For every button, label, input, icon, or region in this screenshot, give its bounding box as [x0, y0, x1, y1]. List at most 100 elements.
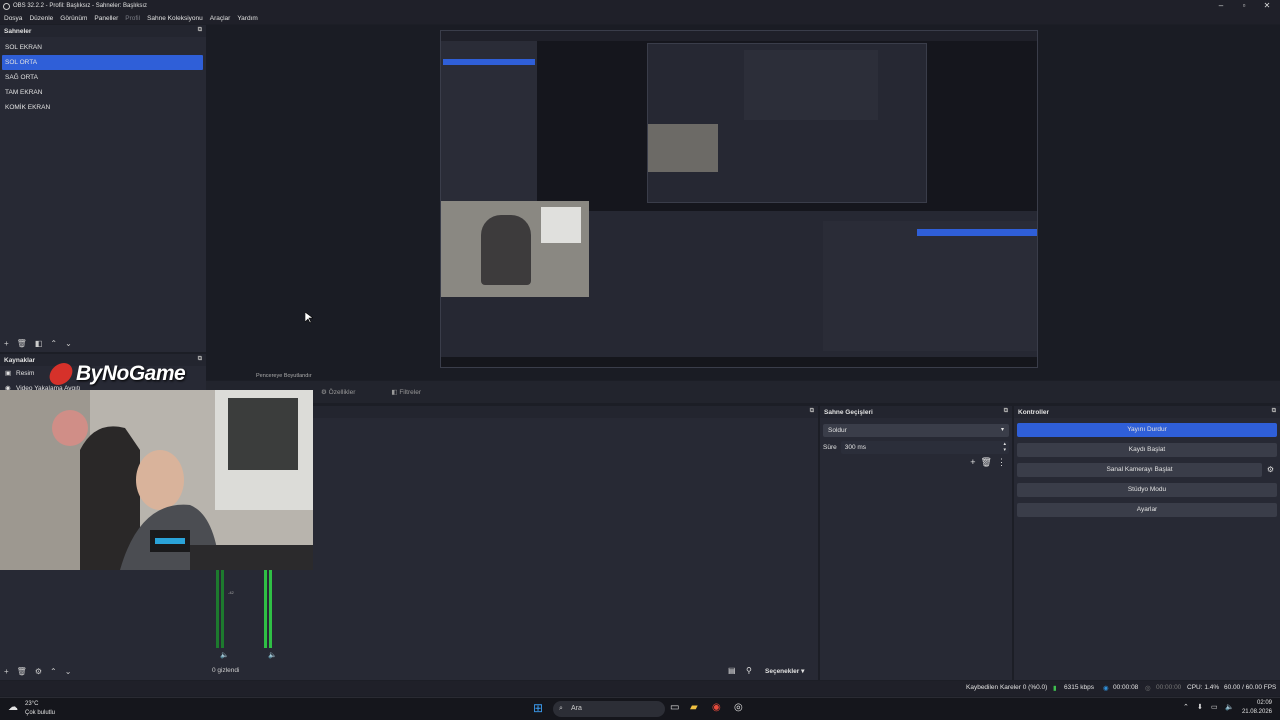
- scene-item-active[interactable]: SOL ORTA: [2, 55, 203, 70]
- volume-icon[interactable]: 🔈: [1225, 703, 1234, 711]
- title-bar: OBS 32.2.2 - Profil: Başlıksız - Sahnele…: [0, 0, 1280, 12]
- nested-preview: [537, 41, 1037, 211]
- menu-tools[interactable]: Araçlar: [210, 15, 231, 22]
- bitrate: 6315 kbps: [1064, 684, 1094, 691]
- transition-select[interactable]: Soldur ▾: [823, 424, 1009, 437]
- trash-icon[interactable]: 🗑: [981, 457, 992, 467]
- transition-selected: Soldur: [828, 427, 847, 434]
- logo-text: ByNoGame: [76, 362, 186, 385]
- search-icon: ⌕: [559, 705, 563, 712]
- file-explorer-icon[interactable]: ▰: [690, 702, 698, 713]
- menu-view[interactable]: Görünüm: [60, 15, 87, 22]
- undock-icon[interactable]: ⧉: [1272, 408, 1276, 415]
- nested-controls: [823, 221, 1037, 351]
- weather-desc: Çok bulutlu: [25, 710, 56, 716]
- gear-icon[interactable]: ⚙: [1267, 463, 1274, 477]
- record-icon: ◎: [1145, 685, 1151, 692]
- obs-taskbar-icon[interactable]: ◎: [734, 702, 743, 713]
- scenes-panel: Sahneler ⧉ SOL EKRAN SOL ORTA SAĞ ORTA T…: [0, 25, 206, 352]
- sources-title: Kaynaklar: [4, 356, 36, 364]
- scene-item[interactable]: KOMİK EKRAN: [0, 100, 206, 115]
- record-time: 00:00:00: [1156, 684, 1182, 691]
- controls-header: Kontroller ⧉: [1014, 406, 1280, 418]
- menu-help[interactable]: Yardım: [237, 15, 257, 22]
- up-icon[interactable]: ⌃: [50, 339, 57, 348]
- volume-meter: -42: [216, 568, 234, 648]
- filters-button[interactable]: ◧ Filtreler: [391, 388, 439, 396]
- properties-button[interactable]: ⚙ Özellikler: [321, 388, 373, 396]
- bynogame-logo: ByNoGame: [47, 362, 186, 386]
- windows-start-icon[interactable]: ⊞: [533, 701, 543, 715]
- trash-icon[interactable]: 🗑: [17, 667, 27, 676]
- weather-icon[interactable]: ☁: [8, 702, 18, 713]
- close-icon[interactable]: ✕: [1259, 1, 1275, 10]
- down-icon[interactable]: ⌄: [65, 339, 72, 348]
- mouse-cursor-icon: [305, 312, 313, 324]
- webcam-image: [0, 390, 313, 570]
- scenes-header: Sahneler ⧉: [0, 25, 206, 37]
- preview-canvas[interactable]: [440, 30, 1038, 368]
- transitions-title: Sahne Geçişleri: [824, 408, 873, 416]
- source-transform-label: Pencereye Boyutlandır: [256, 373, 312, 379]
- cpu-usage: CPU: 1.4%: [1187, 684, 1220, 691]
- more-icon[interactable]: ⋮: [997, 457, 1006, 467]
- add-icon[interactable]: +: [4, 667, 9, 676]
- duration-label: Süre: [823, 444, 837, 451]
- speaker-icon[interactable]: 🔈: [268, 651, 277, 659]
- taskbar-search[interactable]: ⌕ Ara: [553, 701, 665, 717]
- webcam-feed: [0, 390, 313, 570]
- duration-row: Süre 300 ms ▴ ▾: [823, 441, 1009, 454]
- sources-toolbar: + 🗑 ⚙ ⌃ ⌄: [0, 664, 79, 678]
- undock-icon[interactable]: ⧉: [810, 408, 814, 415]
- menu-docks[interactable]: Paneller: [94, 15, 118, 22]
- clock-date[interactable]: 21.08.2026: [1238, 709, 1272, 715]
- layout-icon[interactable]: ▤: [728, 666, 736, 675]
- chrome-icon[interactable]: ◉: [712, 702, 721, 713]
- maximize-icon[interactable]: ▫: [1236, 1, 1252, 10]
- stream-time: 00:00:08: [1113, 684, 1139, 691]
- menu-edit[interactable]: Düzenle: [29, 15, 53, 22]
- controls-panel: Kontroller ⧉ Yayını Durdur Kaydı Başlat …: [1014, 406, 1280, 680]
- scene-item[interactable]: SAĞ ORTA: [0, 70, 206, 85]
- meter-tick: -42: [228, 590, 234, 595]
- virtual-camera-button[interactable]: Sanal Kamerayı Başlat ⚙: [1017, 463, 1274, 477]
- properties-bar: ⚙ Özellikler ◧ Filtreler: [206, 381, 1280, 403]
- settings-button[interactable]: Ayarlar: [1017, 503, 1277, 517]
- gear-icon[interactable]: ⚙: [35, 667, 42, 676]
- tray-app-icon[interactable]: ⬇: [1197, 703, 1203, 711]
- add-icon[interactable]: +: [4, 339, 9, 348]
- link-icon[interactable]: ⚲: [746, 666, 752, 675]
- signal-icon: ▮: [1053, 685, 1057, 692]
- task-view-icon[interactable]: ▭: [670, 702, 679, 713]
- undock-icon[interactable]: ⧉: [198, 27, 202, 34]
- undock-icon[interactable]: ⧉: [198, 356, 202, 363]
- obs-logo-icon: [3, 2, 10, 10]
- minimize-icon[interactable]: –: [1213, 1, 1229, 10]
- network-icon[interactable]: ▭: [1211, 703, 1218, 711]
- image-icon: ▣: [5, 370, 12, 377]
- clock-time[interactable]: 02:09: [1240, 700, 1272, 706]
- scene-item[interactable]: SOL EKRAN: [0, 40, 206, 55]
- trash-icon[interactable]: 🗑: [17, 339, 27, 348]
- undock-icon[interactable]: ⧉: [1004, 408, 1008, 415]
- menu-profile[interactable]: Profil: [125, 15, 140, 22]
- down-icon[interactable]: ⌄: [65, 667, 72, 676]
- studio-mode-button[interactable]: Stüdyo Modu: [1017, 483, 1277, 497]
- filter-icon[interactable]: ◧: [35, 339, 43, 348]
- stream-icon: ◉: [1103, 685, 1109, 692]
- tray-chevron-icon[interactable]: ⌃: [1183, 703, 1189, 711]
- dropped-frames: Kaybedilen Kareler 0 (%0.0): [966, 684, 1048, 691]
- duration-input[interactable]: 300 ms ▴ ▾: [840, 441, 1009, 454]
- window-title: OBS 32.2.2 - Profil: Başlıksız - Sahnele…: [13, 3, 148, 9]
- add-icon[interactable]: +: [970, 457, 975, 467]
- start-recording-button[interactable]: Kaydı Başlat: [1017, 443, 1277, 457]
- stop-stream-button[interactable]: Yayını Durdur: [1017, 423, 1277, 437]
- up-icon[interactable]: ⌃: [50, 667, 57, 676]
- options-menu[interactable]: Seçenekler ▾: [765, 667, 804, 675]
- transition-toolbar: + 🗑 ⋮: [820, 457, 1012, 468]
- scenes-toolbar: + 🗑 ◧ ⌃ ⌄: [0, 336, 80, 350]
- menu-scene-collection[interactable]: Sahne Koleksiyonu: [147, 15, 203, 22]
- scene-item[interactable]: TAM EKRAN: [0, 85, 206, 100]
- speaker-icon[interactable]: 🔈: [220, 651, 229, 659]
- menu-file[interactable]: Dosya: [4, 15, 22, 22]
